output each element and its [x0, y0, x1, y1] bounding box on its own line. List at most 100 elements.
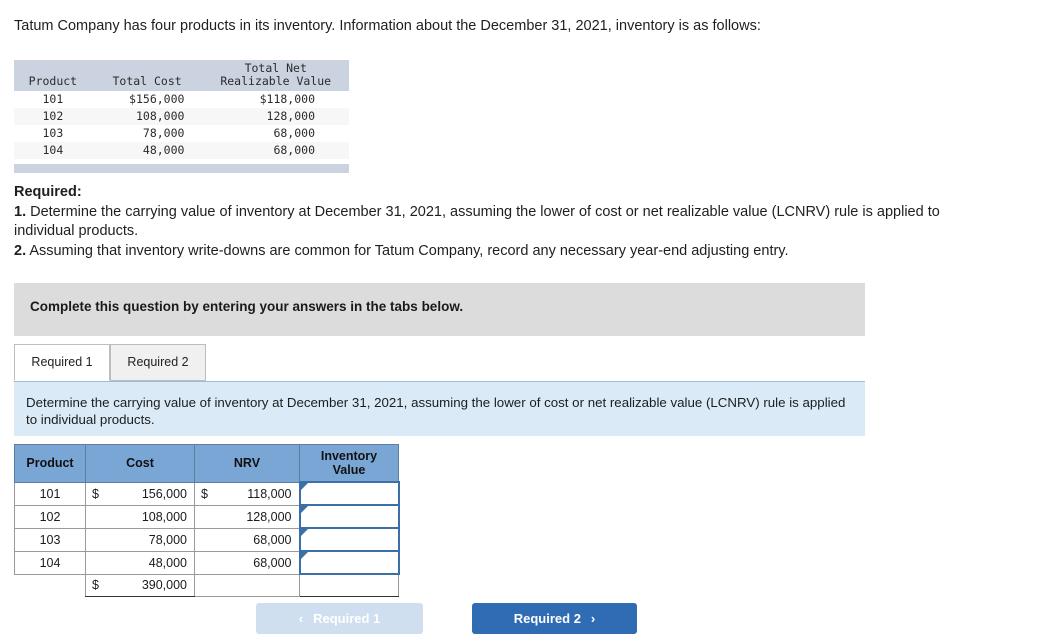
- cell-marker-icon: [300, 506, 308, 513]
- total-cell-inventory-value: [299, 573, 399, 597]
- amount: 48,000: [148, 555, 187, 570]
- data-cell-product: 103: [42, 126, 64, 140]
- required-item-1: 1. Determine the carrying value of inven…: [14, 203, 974, 241]
- answer-th-inventory-value: Inventory Value: [299, 444, 399, 483]
- table-total-row: $ 390,000: [14, 573, 399, 597]
- intro-paragraph: Tatum Company has four products in its i…: [14, 18, 761, 34]
- table-row: 101 $ 156,000 $ 118,000: [14, 481, 400, 506]
- table-row: 104 48,000 68,000: [14, 550, 400, 575]
- data-table-footer-bar: [14, 164, 349, 173]
- answer-header-row: Product Cost NRV Inventory Value: [14, 444, 399, 483]
- amount: 156,000: [141, 486, 187, 501]
- answer-th-cost: Cost: [85, 444, 195, 483]
- answer-cell-product: 103: [14, 527, 86, 552]
- inventory-value-input-101[interactable]: [298, 481, 400, 506]
- amount: 68,000: [253, 532, 292, 547]
- money-cell: [301, 529, 398, 550]
- amount: 108,000: [141, 509, 187, 524]
- complete-question-banner: Complete this question by entering your …: [14, 283, 865, 336]
- inventory-value-input-104[interactable]: [298, 550, 400, 575]
- data-cell-cost: $156,000: [129, 92, 185, 106]
- currency-symbol: $: [92, 578, 99, 593]
- data-cell-product: 102: [14, 108, 92, 125]
- inventory-value-input-103[interactable]: [298, 527, 400, 552]
- money-cell: [195, 575, 299, 596]
- next-button-label: Required 2: [513, 611, 581, 626]
- money-cell: 78,000: [86, 529, 194, 550]
- answer-th-inv-line1: Inventory: [320, 449, 378, 463]
- currency-symbol: $: [201, 486, 208, 501]
- total-cell-blank: [14, 574, 86, 597]
- answer-cell-product: 104: [14, 550, 86, 575]
- required-item-1-number: 1.: [14, 204, 27, 220]
- data-cell-nrv: 68,000: [202, 142, 349, 159]
- money-cell: 68,000: [195, 552, 299, 573]
- underline-cost: [85, 596, 195, 600]
- currency-symbol: $: [92, 486, 99, 501]
- tab-strip: Required 1 Required 2: [14, 344, 865, 382]
- data-th-nrv-line2: Realizable Value: [220, 74, 332, 88]
- data-cell-cost: 108,000: [91, 108, 203, 125]
- answer-cell-cost: 108,000: [85, 504, 195, 529]
- amount: 390,000: [141, 578, 187, 593]
- instruction-text: Determine the carrying value of inventor…: [26, 395, 846, 427]
- data-th-product-label: Product: [28, 74, 78, 88]
- required-item-1-text: Determine the carrying value of inventor…: [14, 204, 940, 239]
- data-cell-nrv: 68,000: [273, 126, 315, 140]
- answer-cell-cost: 78,000: [85, 527, 195, 552]
- money-cell: [300, 575, 398, 596]
- money-cell: 48,000: [86, 552, 194, 573]
- money-cell: 108,000: [86, 506, 194, 527]
- required-item-2-number: 2.: [14, 243, 27, 259]
- table-row: 102 108,000 128,000: [14, 504, 400, 529]
- money-cell: [301, 483, 398, 504]
- cell-marker-icon: [300, 552, 308, 559]
- required-heading: Required:: [14, 184, 82, 200]
- table-row: 104 48,000 68,000: [14, 142, 349, 159]
- next-required-2-button[interactable]: Required 2 ›: [472, 603, 637, 634]
- required-section: Required: 1. Determine the carrying valu…: [14, 183, 974, 261]
- required-item-2-text: Assuming that inventory write-downs are …: [26, 243, 789, 259]
- table-row: 102 108,000 128,000: [14, 108, 349, 125]
- amount: 118,000: [247, 486, 292, 501]
- table-underline-row: [14, 596, 399, 600]
- money-cell: $ 118,000: [195, 483, 299, 504]
- money-cell: $ 156,000: [86, 483, 194, 504]
- tab-required-1[interactable]: Required 1: [14, 344, 110, 381]
- data-th-total-cost: Total Cost: [91, 60, 203, 91]
- data-cell-product: 104: [14, 142, 92, 159]
- inventory-value-input-102[interactable]: [298, 504, 400, 529]
- money-cell: [301, 552, 398, 573]
- chevron-right-icon: ›: [590, 611, 596, 626]
- answer-cell-nrv: $ 118,000: [194, 481, 300, 506]
- money-cell: 68,000: [195, 529, 299, 550]
- answer-cell-nrv: 128,000: [194, 504, 300, 529]
- money-cell: $ 390,000: [86, 575, 194, 596]
- answer-cell-product: 102: [14, 504, 86, 529]
- chevron-left-icon: ‹: [298, 611, 304, 626]
- data-th-total-cost-label: Total Cost: [112, 74, 182, 88]
- prev-required-1-button[interactable]: ‹ Required 1: [256, 603, 423, 634]
- answer-cell-nrv: 68,000: [194, 527, 300, 552]
- money-cell: [301, 506, 398, 527]
- answer-cell-cost: $ 156,000: [85, 481, 195, 506]
- instruction-box: Determine the carrying value of inventor…: [14, 381, 865, 436]
- data-cell-product: 101: [42, 92, 64, 106]
- data-cell-nrv: $118,000: [259, 92, 315, 106]
- data-table-header-row: Product Total Cost Total Net Realizable …: [14, 60, 349, 91]
- answer-th-product: Product: [14, 444, 86, 483]
- tab-required-2[interactable]: Required 2: [110, 344, 206, 381]
- underline-blank: [14, 596, 86, 600]
- answer-cell-product: 101: [14, 481, 86, 506]
- amount: 68,000: [253, 555, 292, 570]
- table-row: 103 78,000 68,000: [14, 125, 349, 142]
- answer-th-nrv: NRV: [194, 444, 300, 483]
- underline-inventory-value: [299, 596, 399, 600]
- prev-button-label: Required 1: [313, 611, 381, 626]
- answer-cell-cost: 48,000: [85, 550, 195, 575]
- data-cell-cost: 48,000: [91, 142, 203, 159]
- amount: 78,000: [148, 532, 187, 547]
- total-cell-cost: $ 390,000: [85, 573, 195, 597]
- amount: 128,000: [246, 509, 292, 524]
- answer-th-inv-line2: Value: [332, 463, 366, 477]
